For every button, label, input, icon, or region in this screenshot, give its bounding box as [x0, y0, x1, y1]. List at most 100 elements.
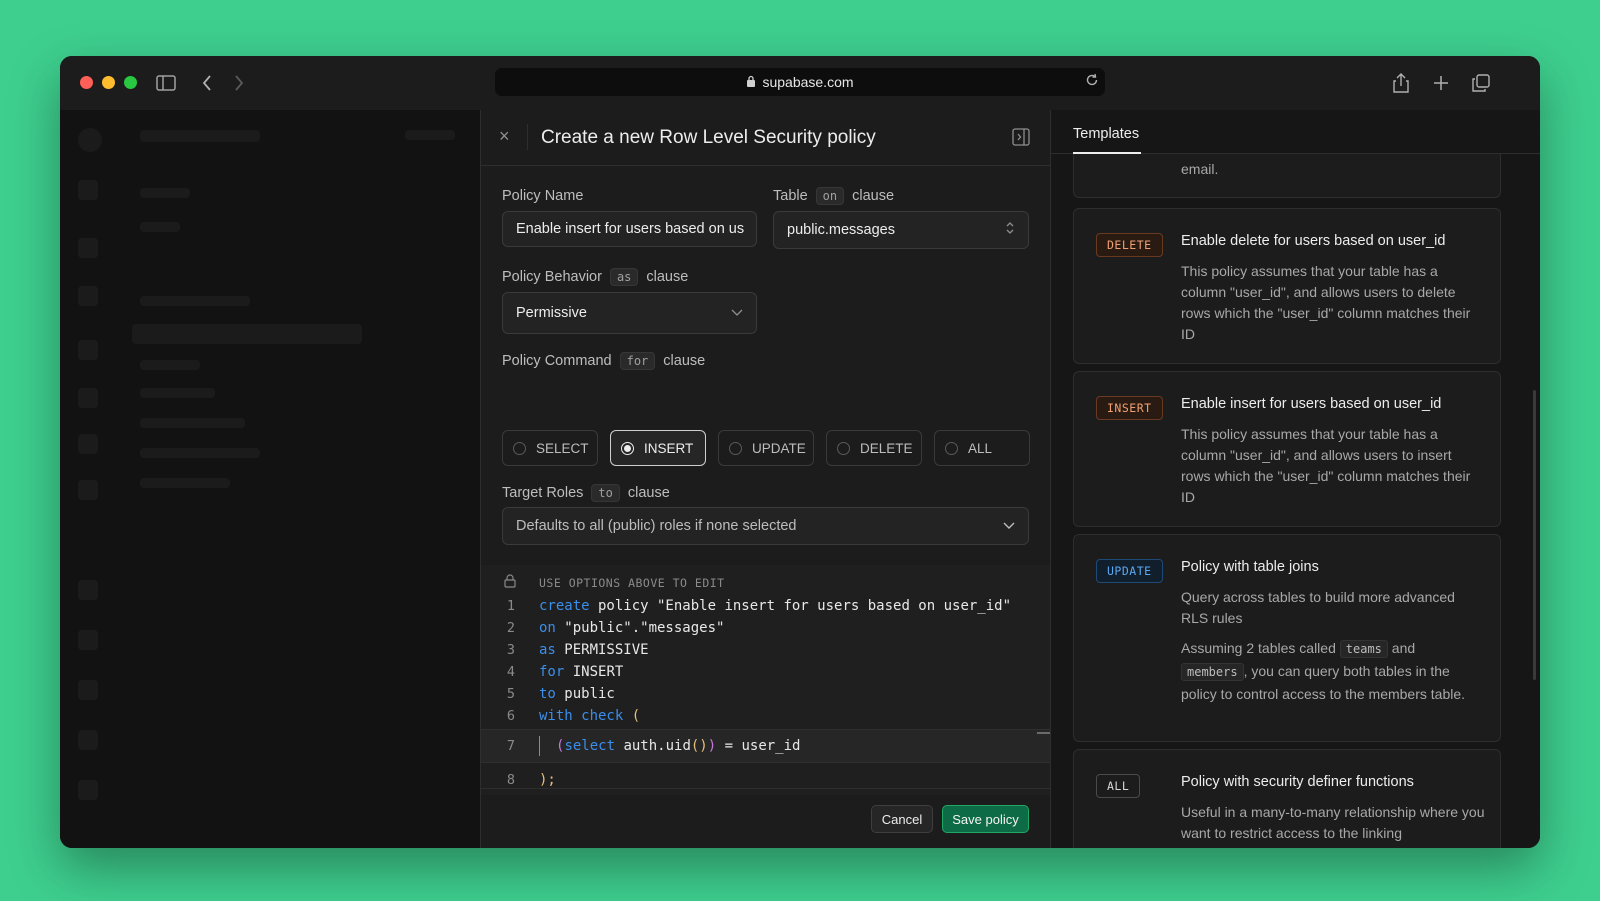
dimmed-nav-icon — [78, 238, 98, 258]
code-line: 5 to public — [506, 686, 615, 702]
dimmed-item — [140, 222, 180, 232]
behavior-select-value: Permissive — [516, 305, 587, 321]
radio-icon — [945, 441, 958, 455]
template-card-all[interactable]: ALL Policy with security definer functio… — [1073, 749, 1501, 848]
template-card-delete[interactable]: DELETE Enable delete for users based on … — [1073, 208, 1501, 364]
command-option-select[interactable]: SELECT — [502, 430, 598, 466]
radio-checked-icon — [621, 441, 634, 455]
dimmed-nav-icon — [78, 680, 98, 700]
minimize-window-button[interactable] — [102, 76, 115, 89]
behavior-select[interactable]: Permissive — [502, 292, 757, 334]
code-line: 2 on "public"."messages" — [506, 620, 725, 636]
command-badge: ALL — [1096, 774, 1141, 798]
template-description: Useful in a many-to-many relationship wh… — [1181, 804, 1485, 841]
maximize-window-button[interactable] — [124, 76, 137, 89]
roles-placeholder: Defaults to all (public) roles if none s… — [516, 518, 797, 534]
templates-tabbar: Templates — [1051, 110, 1540, 154]
dimmed-item — [405, 130, 455, 140]
editable-code-line[interactable]: 7 (select auth.uid()) = user_id — [481, 729, 1051, 763]
browser-window: supabase.com × Create a new Row Level Se… — [60, 56, 1540, 848]
template-title: Policy with security definer functions — [1181, 774, 1414, 790]
behavior-field: Policy Behavior as clause — [502, 268, 688, 286]
table-select-value: public.messages — [787, 222, 895, 238]
scrollbar-thumb[interactable] — [1533, 390, 1536, 680]
editor-hint: USE OPTIONS ABOVE TO EDIT — [539, 576, 725, 590]
tab-overview-icon[interactable] — [1470, 72, 1492, 94]
template-description: This policy assumes that your table has … — [1181, 426, 1471, 505]
dimmed-nav-icon — [78, 780, 98, 800]
reload-icon[interactable] — [1085, 73, 1099, 90]
dimmed-nav-icon — [78, 630, 98, 650]
scrollbar-marker — [1037, 732, 1051, 734]
command-option-delete[interactable]: DELETE — [826, 430, 922, 466]
table-field: Table on clause — [773, 187, 894, 205]
sql-editor[interactable]: USE OPTIONS ABOVE TO EDIT 1 create policy… — [481, 565, 1051, 795]
code-line: 6 with check ( — [506, 708, 641, 724]
chevron-down-icon — [1003, 518, 1015, 534]
collapse-panel-icon[interactable] — [1012, 128, 1030, 151]
dimmed-nav-icon — [78, 286, 98, 306]
lock-icon — [746, 74, 756, 90]
roles-label-wrap: Target Roles to clause — [502, 484, 670, 502]
header-divider — [527, 124, 528, 150]
code-chip: members — [1181, 663, 1244, 681]
browser-toolbar: supabase.com — [60, 56, 1540, 110]
dimmed-nav-icon — [78, 580, 98, 600]
template-card-insert[interactable]: INSERT Enable insert for users based on … — [1073, 371, 1501, 527]
command-badge: DELETE — [1096, 233, 1163, 257]
template-description: email. — [1181, 161, 1219, 177]
clause-keyword: on — [815, 187, 845, 205]
command-option-update[interactable]: UPDATE — [718, 430, 814, 466]
chevron-down-icon — [731, 305, 743, 321]
roles-select[interactable]: Defaults to all (public) roles if none s… — [502, 507, 1029, 545]
policy-name-input[interactable]: Enable insert for users based on us — [502, 211, 757, 247]
dimmed-project-name — [140, 130, 260, 142]
dimmed-item — [140, 188, 190, 198]
command-option-all[interactable]: ALL — [934, 430, 1030, 466]
dimmed-item — [140, 418, 245, 428]
clause-keyword: to — [591, 484, 620, 502]
radio-icon — [513, 441, 526, 455]
command-option-insert[interactable]: INSERT — [610, 430, 706, 466]
command-options: SELECT INSERT UPDATE DELETE ALL — [502, 430, 1030, 466]
dimmed-item — [140, 360, 200, 370]
save-policy-button[interactable]: Save policy — [942, 805, 1029, 833]
table-select[interactable]: public.messages — [773, 211, 1029, 249]
close-window-button[interactable] — [80, 76, 93, 89]
dimmed-item — [140, 296, 250, 306]
template-title: Enable insert for users based on user_id — [1181, 396, 1442, 412]
app-background — [60, 110, 480, 848]
panel-footer: Cancel Save policy — [481, 788, 1051, 848]
forward-icon[interactable] — [228, 72, 250, 94]
code-line: 1 create policy "Enable insert for users … — [506, 598, 1012, 614]
command-badge: INSERT — [1096, 396, 1163, 420]
code-chip: teams — [1339, 640, 1388, 658]
command-field: Policy Command for clause — [502, 352, 705, 370]
close-icon[interactable]: × — [499, 126, 510, 147]
share-icon[interactable] — [1390, 72, 1412, 94]
cancel-button[interactable]: Cancel — [871, 805, 933, 833]
tab-templates[interactable]: Templates — [1073, 126, 1139, 142]
policy-name-label: Policy Name — [502, 188, 584, 204]
policy-name-field: Policy Name — [502, 188, 583, 204]
panel-header: × Create a new Row Level Security policy — [481, 110, 1050, 166]
table-label: Table on clause — [773, 187, 895, 205]
policy-editor-panel: × Create a new Row Level Security policy… — [480, 110, 1051, 848]
dimmed-nav-icon — [78, 480, 98, 500]
window-controls — [80, 76, 137, 89]
back-icon[interactable] — [196, 72, 218, 94]
command-label: Policy Command for clause — [502, 352, 706, 370]
template-card-update[interactable]: UPDATE Policy with table joins Query acr… — [1073, 534, 1501, 742]
radio-icon — [837, 441, 850, 455]
behavior-label: Policy Behavior as clause — [502, 268, 689, 286]
address-bar[interactable]: supabase.com — [495, 68, 1105, 96]
sidebar-toggle-icon[interactable] — [155, 72, 177, 94]
template-description: Query across tables to build more advanc… — [1181, 589, 1455, 626]
new-tab-icon[interactable] — [1430, 72, 1452, 94]
active-tab-indicator — [1073, 152, 1141, 154]
editable-expression[interactable]: (select auth.uid()) = user_id — [556, 738, 800, 754]
dimmed-nav-icon — [78, 388, 98, 408]
url-text: supabase.com — [762, 74, 854, 90]
command-badge: UPDATE — [1096, 559, 1163, 583]
panel-title: Create a new Row Level Security policy — [541, 127, 876, 148]
